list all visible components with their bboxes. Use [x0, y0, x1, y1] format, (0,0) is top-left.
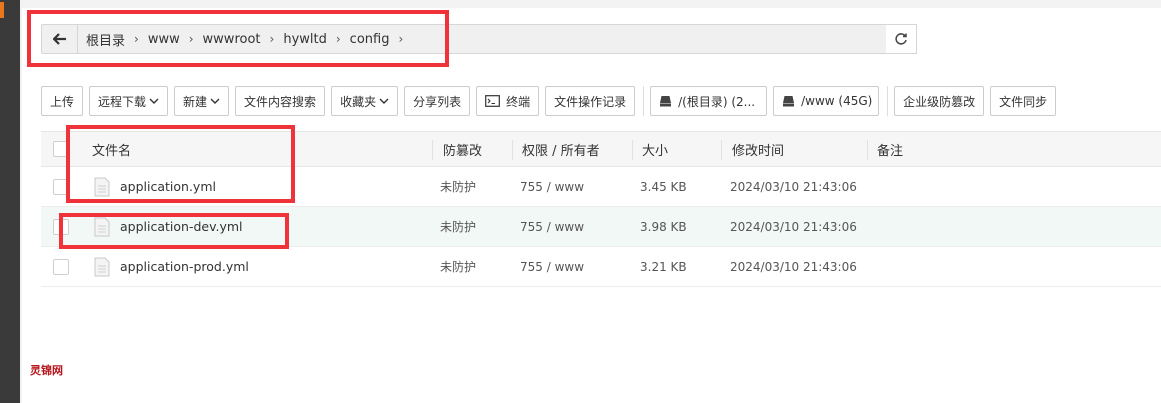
disk-root-button[interactable]: /(根目录) (2...: [650, 86, 768, 116]
new-label: 新建: [183, 94, 208, 109]
row-checkbox[interactable]: [53, 258, 69, 275]
file-sync-label: 文件同步: [999, 94, 1048, 109]
refresh-icon: [895, 33, 907, 45]
annotation-box-dev-file: [59, 213, 289, 249]
watermark-text: 灵锦网: [30, 364, 63, 377]
tamper-status[interactable]: 未防护: [440, 167, 476, 206]
modified-time: 2024/03/10 21:43:06: [730, 259, 857, 274]
modified-time: 2024/03/10 21:43:06: [730, 179, 857, 194]
remote-download-label: 远程下载: [98, 94, 147, 109]
new-button[interactable]: 新建: [174, 86, 230, 116]
content-search-button[interactable]: 文件内容搜索: [235, 86, 326, 116]
tamper-status[interactable]: 未防护: [440, 247, 476, 286]
toolbar-divider: [887, 86, 889, 116]
annotation-box-filename: [66, 125, 295, 203]
disk-www-label: /www (45G): [801, 94, 873, 108]
left-sidebar-edge: [0, 0, 22, 403]
upload-button[interactable]: 上传: [41, 86, 84, 116]
terminal-button[interactable]: 终端: [476, 86, 540, 116]
permission-owner[interactable]: 755 / www: [520, 167, 584, 206]
content-search-label: 文件内容搜索: [244, 94, 317, 109]
file-size: 3.98 KB: [640, 219, 687, 234]
operation-log-label: 文件操作记录: [554, 94, 627, 109]
chevron-down-icon: [379, 98, 389, 104]
disk-icon: [659, 95, 672, 107]
file-size: 3.45 KB: [640, 179, 687, 194]
chevron-down-icon: [210, 98, 220, 104]
top-strip: [22, 0, 1161, 8]
column-divider: [432, 140, 433, 160]
column-divider: [512, 140, 513, 160]
column-divider: [632, 140, 633, 160]
chevron-down-icon: [149, 98, 159, 104]
filename-cell: application-prod.yml: [94, 247, 249, 286]
share-list-button[interactable]: 分享列表: [404, 86, 471, 116]
share-list-label: 分享列表: [413, 94, 462, 109]
sidebar-divider: [20, 0, 22, 403]
favorites-label: 收藏夹: [340, 94, 377, 109]
header-tamper[interactable]: 防篡改: [443, 132, 482, 166]
tamper-status[interactable]: 未防护: [440, 207, 476, 246]
file-toolbar: 上传 远程下载 新建 文件内容搜索 收藏夹 分享列表 终端 文件操作记录 /(根…: [41, 86, 1062, 116]
file-size: 3.21 KB: [640, 259, 687, 274]
file-icon: [94, 257, 110, 276]
column-divider: [867, 140, 868, 160]
header-note: 备注: [877, 143, 904, 159]
annotation-box-path: [27, 10, 449, 67]
header-permission[interactable]: 权限 / 所有者: [522, 132, 600, 166]
column-divider: [721, 140, 722, 160]
upload-label: 上传: [50, 94, 75, 109]
tamper-proof-label: 企业级防篡改: [903, 94, 976, 109]
disk-root-label: /(根目录) (2...: [678, 94, 756, 109]
header-size[interactable]: 大小: [642, 132, 668, 166]
operation-log-button[interactable]: 文件操作记录: [545, 86, 636, 116]
disk-icon: [782, 95, 795, 107]
refresh-button[interactable]: [886, 24, 917, 54]
tamper-proof-button[interactable]: 企业级防篡改: [894, 86, 985, 116]
permission-owner[interactable]: 755 / www: [520, 207, 584, 246]
sidebar-accent: [0, 2, 4, 18]
modified-time: 2024/03/10 21:43:06: [730, 219, 857, 234]
file-sync-button[interactable]: 文件同步: [990, 86, 1057, 116]
table-row[interactable]: application-prod.yml 未防护 755 / www 3.21 …: [41, 247, 1161, 287]
permission-owner[interactable]: 755 / www: [520, 247, 584, 286]
terminal-label: 终端: [506, 94, 531, 109]
toolbar-divider: [643, 86, 645, 116]
header-mtime[interactable]: 修改时间: [732, 132, 784, 166]
disk-www-button[interactable]: /www (45G): [773, 86, 880, 116]
favorites-button[interactable]: 收藏夹: [331, 86, 399, 116]
row-checkbox-cell: [53, 247, 69, 286]
remote-download-button[interactable]: 远程下载: [89, 86, 169, 116]
file-name[interactable]: application-prod.yml: [120, 259, 249, 274]
terminal-icon: [485, 95, 500, 107]
